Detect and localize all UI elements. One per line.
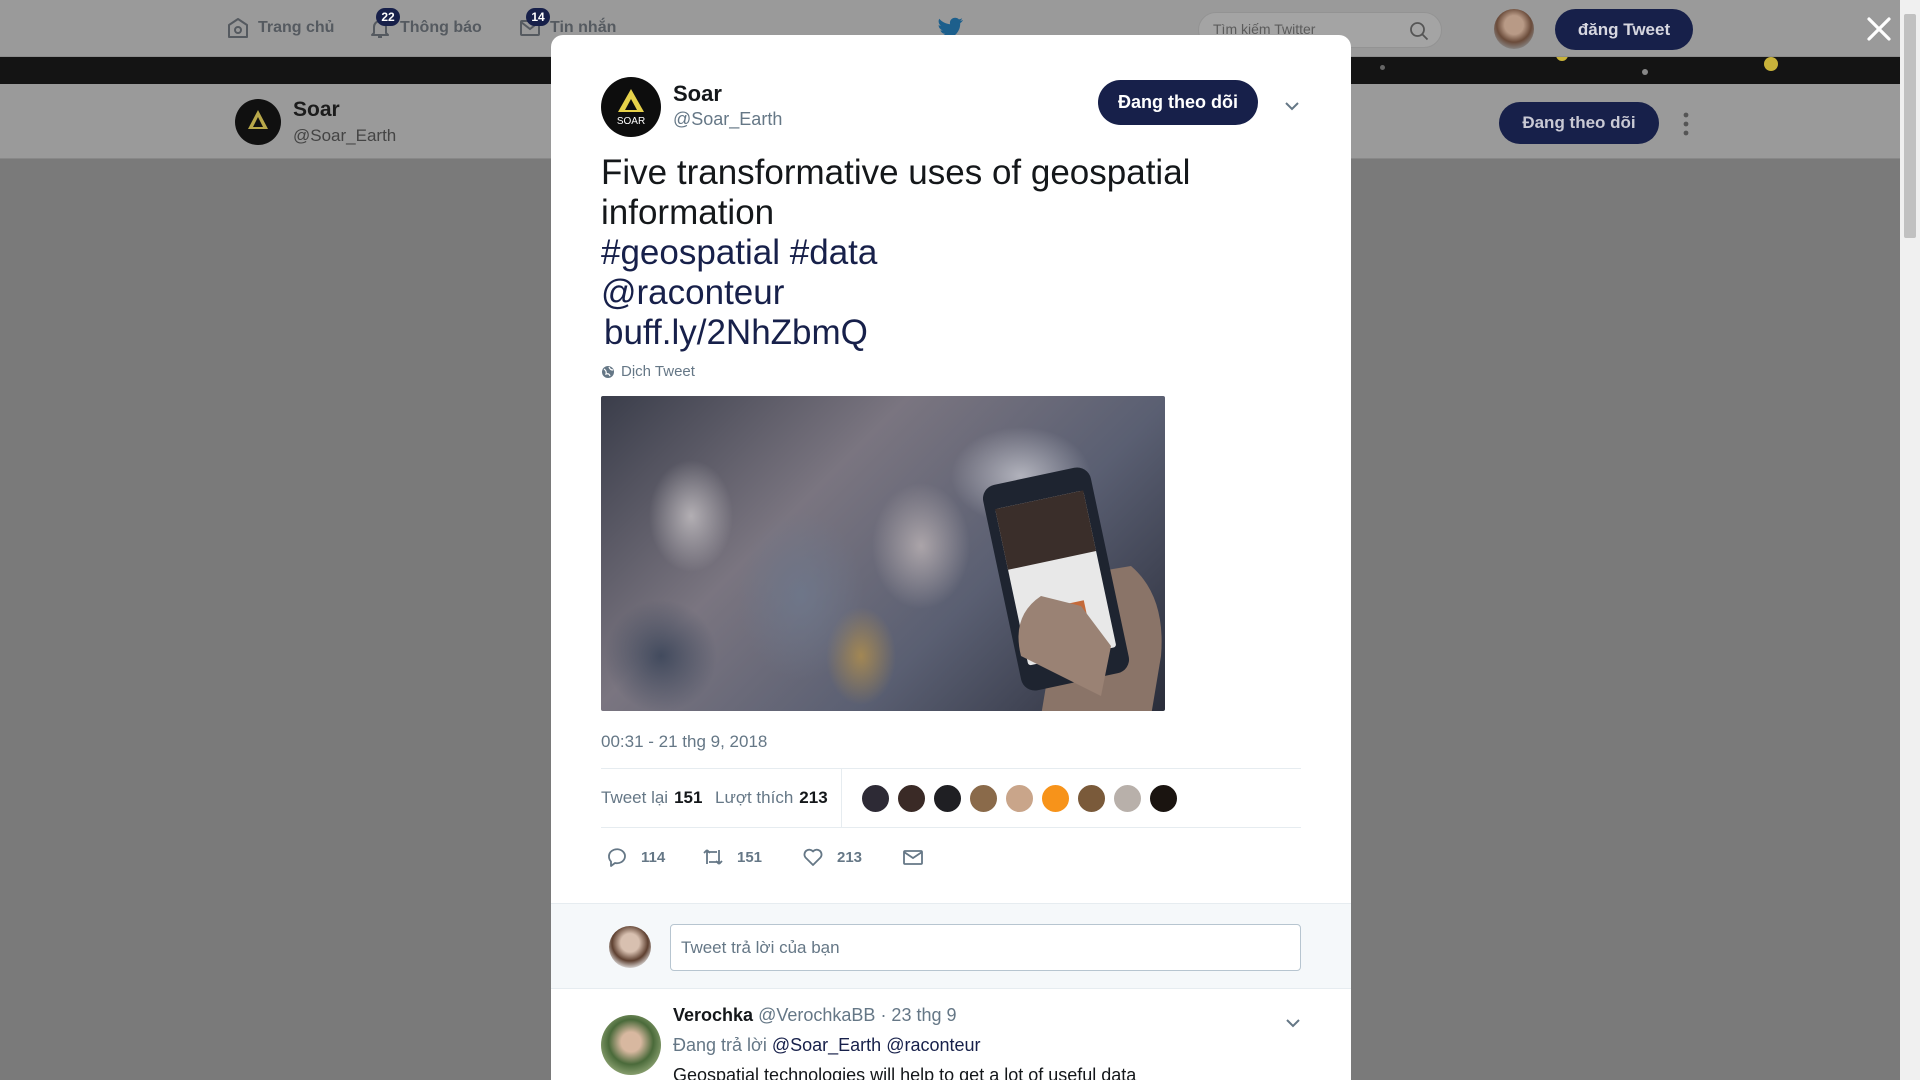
replying-to: Đang trả lời @Soar_Earth @raconteur xyxy=(673,1035,981,1056)
close-icon[interactable] xyxy=(1864,14,1894,44)
reply-author-handle[interactable]: @VerochkaBB xyxy=(758,1005,875,1025)
reply-button[interactable]: 114 xyxy=(605,845,665,869)
author-name[interactable]: Soar xyxy=(673,81,722,107)
retweet-icon xyxy=(703,849,723,865)
retweets-stat[interactable]: Tweet lại 151 xyxy=(601,788,702,808)
replying-to-label: Đang trả lời xyxy=(673,1035,767,1055)
nav-notifications[interactable]: 22 Thông báo xyxy=(368,8,482,40)
retweets-label: Tweet lại xyxy=(601,788,669,807)
chevron-down-icon[interactable] xyxy=(1283,1013,1303,1033)
profile-follow-button[interactable]: Đang theo dõi xyxy=(1499,102,1659,144)
following-button[interactable]: Đang theo dõi xyxy=(1098,80,1258,125)
likes-count: 213 xyxy=(799,788,828,807)
translate-tweet[interactable]: Dịch Tweet xyxy=(601,363,695,380)
direct-message-button[interactable] xyxy=(901,845,925,869)
messages-badge: 14 xyxy=(526,8,550,26)
banner-dot xyxy=(1556,57,1568,61)
tweet-text-line: information xyxy=(601,193,775,232)
reply-input[interactable] xyxy=(670,924,1301,971)
scrollbar-thumb[interactable] xyxy=(1904,14,1916,238)
likes-label: Lượt thích xyxy=(715,788,794,807)
liker-avatar[interactable] xyxy=(1004,783,1035,814)
replying-mention[interactable]: @Soar_Earth xyxy=(772,1035,881,1055)
reply-author-name[interactable]: Verochka xyxy=(673,1005,753,1025)
hashtag-links[interactable]: #geospatial #data xyxy=(601,233,1301,273)
reply-time[interactable]: · 23 thg 9 xyxy=(880,1005,956,1025)
liker-avatar[interactable] xyxy=(860,783,891,814)
like-button[interactable]: 213 xyxy=(801,845,862,869)
more-options-icon[interactable] xyxy=(1680,110,1692,138)
banner-dot xyxy=(1642,69,1648,75)
reply-header: Verochka @VerochkaBB · 23 thg 9 xyxy=(673,1005,957,1026)
reply-author-avatar[interactable] xyxy=(601,1015,661,1075)
nav-home-label: Trang chủ xyxy=(258,19,335,36)
tweet-text-line: Five transformative uses of geospatial xyxy=(601,153,1191,192)
user-avatar[interactable] xyxy=(1494,9,1534,49)
author-handle[interactable]: @Soar_Earth xyxy=(673,109,782,130)
retweet-count: 151 xyxy=(737,848,763,866)
liker-avatar[interactable] xyxy=(1148,783,1179,814)
mention-link[interactable]: @raconteur xyxy=(601,273,1301,313)
like-count: 213 xyxy=(837,848,863,866)
banner-dot xyxy=(1764,57,1778,71)
liker-avatar[interactable] xyxy=(1112,783,1143,814)
scrollbar[interactable] xyxy=(1900,0,1920,1080)
phone-in-hand-image xyxy=(982,467,1162,711)
liker-avatar[interactable] xyxy=(1076,783,1107,814)
svg-text:SOAR: SOAR xyxy=(617,116,645,127)
nav-home[interactable]: Trang chủ xyxy=(226,16,334,40)
home-icon xyxy=(228,18,248,38)
liker-avatar[interactable] xyxy=(932,783,963,814)
retweet-button[interactable]: 151 xyxy=(701,845,762,869)
tweet-text: Five transformative uses of geospatial i… xyxy=(601,153,1301,353)
soar-logo-icon: SOAR xyxy=(617,89,645,127)
reply-count: 114 xyxy=(641,848,666,866)
tweet-timestamp[interactable]: 00:31 - 21 thg 9, 2018 xyxy=(601,732,767,752)
nav-notifications-label: Thông báo xyxy=(400,19,482,36)
liker-avatar[interactable] xyxy=(968,783,999,814)
url-link[interactable]: buff.ly/2NhZbmQ xyxy=(601,313,1301,353)
envelope-icon xyxy=(903,850,923,865)
compose-tweet-button[interactable]: đăng Tweet xyxy=(1555,9,1693,50)
heart-icon xyxy=(803,848,823,866)
notifications-badge: 22 xyxy=(376,8,400,26)
replying-mention[interactable]: @raconteur xyxy=(886,1035,980,1055)
author-avatar[interactable]: SOAR xyxy=(601,77,661,137)
liker-avatar[interactable] xyxy=(896,783,927,814)
tweet-header: SOAR Soar @Soar_Earth Đang theo dõi xyxy=(601,77,1301,137)
search-icon[interactable] xyxy=(1409,21,1429,41)
tweet-stats: Tweet lại 151 Lượt thích 213 xyxy=(601,768,1301,828)
stats-divider xyxy=(841,769,842,827)
banner-dot xyxy=(1380,65,1385,70)
profile-avatar[interactable] xyxy=(235,99,281,145)
chevron-down-icon[interactable] xyxy=(1282,96,1302,116)
profile-handle: @Soar_Earth xyxy=(293,126,397,145)
reply-icon xyxy=(608,848,626,867)
globe-icon xyxy=(602,365,614,378)
current-user-avatar[interactable] xyxy=(609,926,651,968)
tweet-actions: 114 151 213 xyxy=(601,845,1301,875)
liker-avatar[interactable] xyxy=(1040,783,1071,814)
translate-label: Dịch Tweet xyxy=(621,363,695,380)
likes-stat[interactable]: Lượt thích 213 xyxy=(715,788,828,808)
tweet-media-image[interactable] xyxy=(601,396,1165,711)
profile-name: Soar xyxy=(293,98,340,121)
reply-composer xyxy=(551,903,1351,989)
reply-text: Geospatial technologies will help to get… xyxy=(673,1065,1137,1080)
soar-logo-icon xyxy=(248,110,268,129)
tweet-modal: SOAR Soar @Soar_Earth Đang theo dõi Five… xyxy=(551,35,1351,1080)
reply-tweet[interactable]: Verochka @VerochkaBB · 23 thg 9 Đang trả… xyxy=(601,1005,1301,1080)
retweets-count: 151 xyxy=(674,788,703,807)
